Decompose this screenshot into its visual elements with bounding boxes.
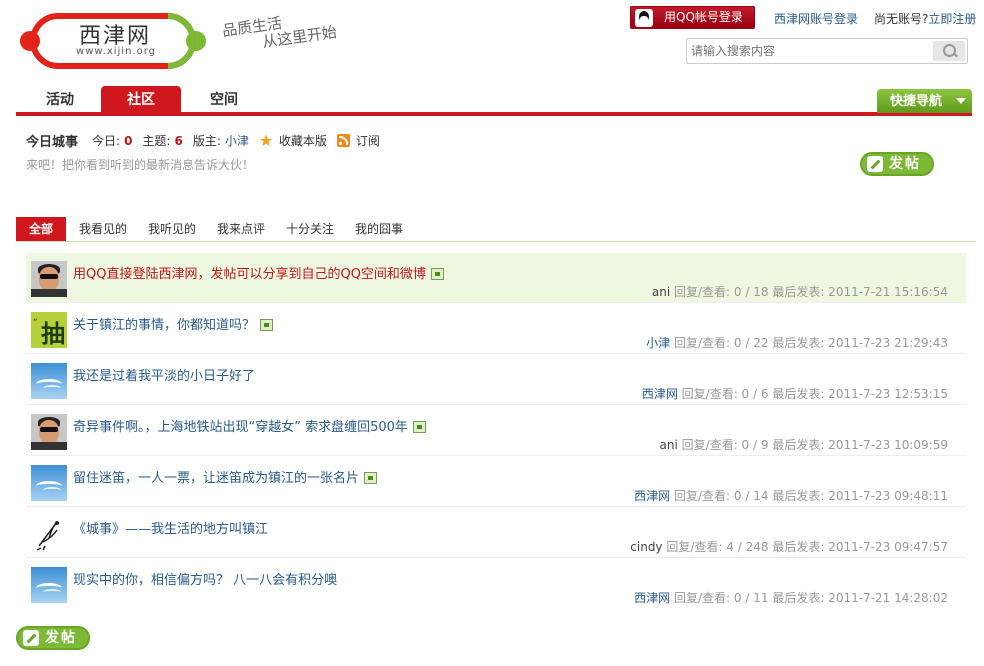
avatar[interactable] xyxy=(31,414,67,450)
register-prefix: 尚无账号? xyxy=(874,12,929,26)
tab-space[interactable]: 空间 xyxy=(184,86,264,112)
search-icon[interactable] xyxy=(933,41,965,61)
moderator-label: 版主: xyxy=(192,134,221,148)
search-box xyxy=(686,38,968,64)
thread-row[interactable]: 《城事》——我生活的地方叫镇江 cindy 回复/查看: 4 / 248 最后发… xyxy=(26,508,966,558)
favorite-link[interactable]: 收藏本版 xyxy=(279,132,327,149)
filter-attention[interactable]: 十分关注 xyxy=(279,217,341,241)
thread-meta: cindy 回复/查看: 4 / 248 最后发表: 2011-7-23 09:… xyxy=(630,538,948,555)
thread-row[interactable]: 用QQ直接登陆西津网，发帖可以分享到自己的QQ空间和微博 ani 回复/查看: … xyxy=(26,253,966,303)
image-attachment-icon xyxy=(260,319,274,331)
thread-last-post: 最后发表: 2011-7-23 21:29:43 xyxy=(772,336,948,350)
thread-last-post: 最后发表: 2011-7-23 09:48:11 xyxy=(772,489,948,503)
edit-icon xyxy=(23,630,39,646)
new-post-button-bottom[interactable]: 发帖 xyxy=(16,626,90,650)
topics-count: 6 xyxy=(174,133,183,148)
site-login-link[interactable]: 西津网账号登录 xyxy=(774,10,858,27)
thread-last-post: 最后发表: 2011-7-23 09:47:57 xyxy=(772,540,948,554)
filter-all[interactable]: 全部 xyxy=(16,217,66,241)
nav-divider xyxy=(16,112,972,116)
qq-login-button[interactable]: 用QQ帐号登录 xyxy=(630,6,755,29)
forum-description: 来吧！把你看到听到的最新消息告诉大伙！ xyxy=(26,158,255,172)
avatar[interactable] xyxy=(31,516,67,552)
thread-author[interactable]: 小津 xyxy=(646,336,670,350)
moderator-link[interactable]: 小津 xyxy=(225,132,249,149)
star-icon: ★ xyxy=(258,130,274,150)
thread-stats: 回复/查看: 0 / 6 xyxy=(681,387,769,401)
thread-title[interactable]: 奇异事件啊。，上海地铁站出现“穿越女” 索求盘缠回500年 xyxy=(73,416,426,435)
forum-info-bar: 今日城事 今日: 0 主题: 6 版主: 小津 ★ 收藏本版 订阅 xyxy=(26,131,380,150)
thread-title[interactable]: 用QQ直接登陆西津网，发帖可以分享到自己的QQ空间和微博 xyxy=(73,263,444,282)
thread-row[interactable]: 留住迷笛，一人一票，让迷笛成为镇江的一张名片 西津网 回复/查看: 0 / 14… xyxy=(26,457,966,507)
tab-activities[interactable]: 活动 xyxy=(20,86,100,112)
register-link[interactable]: 立即注册 xyxy=(928,12,976,26)
thread-meta: 西津网 回复/查看: 0 / 14 最后发表: 2011-7-23 09:48:… xyxy=(634,487,948,504)
bird-sketch-icon xyxy=(36,521,59,551)
subscribe-link[interactable]: 订阅 xyxy=(356,132,380,149)
image-attachment-icon xyxy=(412,421,426,433)
thread-stats: 回复/查看: 0 / 14 xyxy=(674,489,769,503)
topics-label: 主题: xyxy=(142,134,171,148)
filter-heard[interactable]: 我听见的 xyxy=(141,217,203,241)
thread-last-post: 最后发表: 2011-7-21 14:28:02 xyxy=(772,591,948,605)
tab-community[interactable]: 社区 xyxy=(101,86,181,112)
thread-meta: ani 回复/查看: 0 / 9 最后发表: 2011-7-23 10:09:5… xyxy=(660,436,948,453)
thread-stats: 回复/查看: 0 / 18 xyxy=(674,285,769,299)
thread-last-post: 最后发表: 2011-7-23 12:53:15 xyxy=(772,387,948,401)
thread-last-post: 最后发表: 2011-7-23 10:09:59 xyxy=(772,438,948,452)
site-logo[interactable]: 西津网 www.xijin.org xyxy=(18,6,208,76)
search-input[interactable] xyxy=(687,39,933,63)
thread-author[interactable]: cindy xyxy=(630,540,662,554)
thread-title[interactable]: 现实中的你，相信偏方吗？ 八一八会有积分噢 xyxy=(73,569,337,588)
avatar[interactable]: “抽 xyxy=(31,312,67,348)
thread-author[interactable]: ani xyxy=(660,438,678,452)
thread-stats: 回复/查看: 0 / 9 xyxy=(681,438,769,452)
quick-nav-button[interactable]: 快捷导航 xyxy=(877,89,972,113)
qq-penguin-icon xyxy=(635,9,653,27)
chevron-down-icon xyxy=(956,98,966,104)
thread-meta: 西津网 回复/查看: 0 / 6 最后发表: 2011-7-23 12:53:1… xyxy=(642,385,948,402)
thread-meta: 小津 回复/查看: 0 / 22 最后发表: 2011-7-23 21:29:4… xyxy=(646,334,948,351)
thread-stats: 回复/查看: 0 / 11 xyxy=(674,591,769,605)
thread-meta: 西津网 回复/查看: 0 / 11 最后发表: 2011-7-21 14:28:… xyxy=(634,589,948,606)
thread-author[interactable]: ani xyxy=(652,285,670,299)
today-count: 0 xyxy=(124,133,133,148)
post-button-label: 发帖 xyxy=(889,156,921,172)
thread-last-post: 最后发表: 2011-7-21 15:16:54 xyxy=(772,285,948,299)
register-area: 尚无账号?立即注册 xyxy=(874,10,976,27)
filter-seen[interactable]: 我看见的 xyxy=(72,217,134,241)
forum-title: 今日城事 xyxy=(26,135,79,150)
avatar[interactable] xyxy=(31,567,67,603)
thread-title[interactable]: 《城事》——我生活的地方叫镇江 xyxy=(73,518,268,537)
edit-icon xyxy=(867,156,883,172)
thread-row[interactable]: 现实中的你，相信偏方吗？ 八一八会有积分噢 西津网 回复/查看: 0 / 11 … xyxy=(26,559,966,609)
post-button-label: 发帖 xyxy=(45,630,77,646)
thread-author[interactable]: 西津网 xyxy=(642,387,678,401)
thread-meta: ani 回复/查看: 0 / 18 最后发表: 2011-7-21 15:16:… xyxy=(652,283,948,300)
avatar[interactable] xyxy=(31,261,67,297)
avatar[interactable] xyxy=(31,363,67,399)
thread-row[interactable]: 我还是过着我平淡的小日子好了 西津网 回复/查看: 0 / 6 最后发表: 20… xyxy=(26,355,966,405)
rss-icon xyxy=(336,134,350,147)
filter-embarrassing[interactable]: 我的囧事 xyxy=(348,217,410,241)
thread-author[interactable]: 西津网 xyxy=(634,591,670,605)
quick-nav-label: 快捷导航 xyxy=(890,94,943,109)
qq-login-label: 用QQ帐号登录 xyxy=(664,10,743,24)
filter-divider xyxy=(16,241,976,242)
avatar[interactable] xyxy=(31,465,67,501)
thread-title[interactable]: 留住迷笛，一人一票，让迷笛成为镇江的一张名片 xyxy=(73,467,378,486)
thread-row[interactable]: “抽 关于镇江的事情，你都知道吗？ 小津 回复/查看: 0 / 22 最后发表:… xyxy=(26,304,966,354)
filter-review[interactable]: 我来点评 xyxy=(210,217,272,241)
new-post-button-top[interactable]: 发帖 xyxy=(860,152,934,176)
thread-author[interactable]: 西津网 xyxy=(634,489,670,503)
thread-title[interactable]: 我还是过着我平淡的小日子好了 xyxy=(73,365,255,384)
logo-url: www.xijin.org xyxy=(76,46,156,57)
thread-title[interactable]: 关于镇江的事情，你都知道吗？ xyxy=(73,314,274,333)
today-label: 今日: xyxy=(92,134,121,148)
thread-stats: 回复/查看: 4 / 248 xyxy=(666,540,769,554)
thread-stats: 回复/查看: 0 / 22 xyxy=(674,336,769,350)
thread-row[interactable]: 奇异事件啊。，上海地铁站出现“穿越女” 索求盘缠回500年 ani 回复/查看:… xyxy=(26,406,966,456)
image-attachment-icon xyxy=(430,268,444,280)
image-attachment-icon xyxy=(364,472,378,484)
